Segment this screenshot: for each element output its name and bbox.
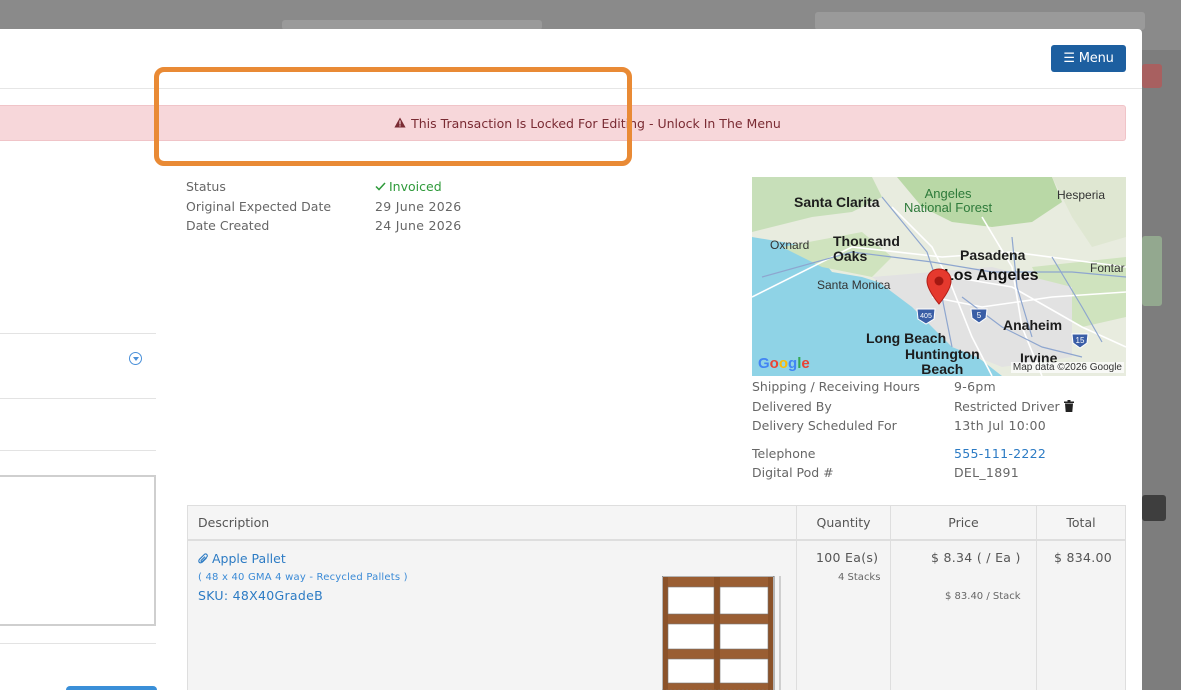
total-header: Total <box>1066 515 1096 530</box>
column-divider <box>1036 506 1037 690</box>
map-label-hesperia: Hesperia <box>1057 188 1106 202</box>
google-logo: Google <box>758 355 810 372</box>
background-badge <box>1142 64 1162 88</box>
background-toolbar-icons <box>815 12 1145 30</box>
item-subtitle: ( 48 x 40 GMA 4 way - Recycled Pallets ) <box>198 572 408 583</box>
description-header: Description <box>198 515 270 530</box>
item-name: Apple Pallet <box>212 551 286 566</box>
status-value: Invoiced <box>375 179 442 194</box>
svg-text:5: 5 <box>977 311 982 320</box>
map-label-los-angeles: Los Angeles <box>944 267 1039 284</box>
map-label-huntington-beach: Huntington Beach <box>905 346 980 377</box>
modal-header: ☰ Menu <box>0 29 1142 89</box>
svg-text:15: 15 <box>1076 336 1085 345</box>
delivery-map[interactable]: Santa Clarita Angeles National Forest Hes… <box>752 177 1126 376</box>
pallet-image <box>662 576 781 690</box>
item-total: $ 834.00 <box>1054 550 1113 565</box>
pod-label: Digital Pod # <box>752 465 834 481</box>
transaction-modal: ☰ Menu This Transaction Is Locked For Ed… <box>0 29 1142 690</box>
driver-name: Restricted Driver <box>954 398 1060 414</box>
item-sku[interactable]: SKU: 48X40GradeB <box>198 588 323 603</box>
pod-row: Digital Pod # DEL_1891 <box>752 463 1074 483</box>
warning-triangle-icon <box>394 116 406 131</box>
status-text: Invoiced <box>389 179 442 195</box>
menu-button[interactable]: ☰ Menu <box>1051 45 1126 72</box>
scheduled-row: Delivery Scheduled For 13th Jul 10:00 <box>752 416 1074 436</box>
item-name-link[interactable]: Apple Pallet <box>198 551 286 566</box>
line-items-table: Description Quantity Price Total Apple P… <box>187 505 1126 690</box>
transaction-details: Status Invoiced Original Expected Date 2… <box>186 177 462 236</box>
delivered-by-row: Delivered By Restricted Driver <box>752 397 1074 417</box>
map-label-thousand-oaks: Thousand Oaks <box>833 233 900 264</box>
status-row: Status Invoiced <box>186 177 462 197</box>
date-created-label: Date Created <box>186 218 270 234</box>
map-label-pasadena: Pasadena <box>960 247 1026 263</box>
hours-row: Shipping / Receiving Hours 9-6pm <box>752 377 1074 397</box>
map-attribution: Map data ©2026 Google <box>1010 362 1124 373</box>
highway-15-shield: 15 <box>1071 333 1089 349</box>
expand-caret-icon[interactable] <box>129 352 142 365</box>
map-label-oxnard: Oxnard <box>770 238 810 252</box>
date-created-value: 24 June 2026 <box>375 218 462 234</box>
menu-button-label: Menu <box>1078 51 1114 66</box>
trash-icon[interactable] <box>1063 400 1074 413</box>
highway-405-shield: 405 <box>916 308 936 325</box>
pod-value: DEL_1891 <box>954 465 1019 481</box>
expected-date-label: Original Expected Date <box>186 198 332 214</box>
hours-label: Shipping / Receiving Hours <box>752 379 920 395</box>
svg-text:405: 405 <box>920 313 932 320</box>
telephone-label: Telephone <box>752 445 816 461</box>
price-header: Price <box>948 515 979 530</box>
map-label-anaheim: Anaheim <box>1003 317 1063 333</box>
item-quantity: 100 Ea(s) <box>816 550 879 565</box>
status-label: Status <box>186 179 226 195</box>
background-button <box>1142 495 1166 521</box>
telephone-row: Telephone 555-111-2222 <box>752 444 1074 464</box>
notes-textarea[interactable] <box>0 475 156 626</box>
left-divider <box>0 333 156 334</box>
column-divider <box>796 506 797 690</box>
scheduled-label: Delivery Scheduled For <box>752 418 897 434</box>
hamburger-icon: ☰ <box>1063 51 1075 66</box>
map-label-fontana: Fontar <box>1090 261 1125 275</box>
telephone-link[interactable]: 555-111-2222 <box>954 446 1046 461</box>
highway-5-shield: 5 <box>970 308 988 324</box>
delivered-by-label: Delivered By <box>752 398 832 414</box>
map-label-angeles-forest: Angeles National Forest <box>904 186 993 215</box>
left-divider <box>0 643 156 644</box>
delivery-info: Shipping / Receiving Hours 9-6pm Deliver… <box>752 377 1074 483</box>
locked-transaction-banner: This Transaction Is Locked For Editing -… <box>0 105 1126 141</box>
location-pin-icon <box>926 268 952 305</box>
map-label-santa-monica: Santa Monica <box>817 278 891 292</box>
item-price: $ 8.34 ( / Ea ) <box>931 550 1021 565</box>
date-created-row: Date Created 24 June 2026 <box>186 216 462 236</box>
map-label-long-beach: Long Beach <box>866 330 947 346</box>
left-action-button[interactable] <box>66 686 157 690</box>
expected-date-value: 29 June 2026 <box>375 198 462 214</box>
column-divider <box>890 506 891 690</box>
locked-banner-text: This Transaction Is Locked For Editing -… <box>411 115 781 131</box>
left-divider <box>0 450 156 451</box>
map-label-santa-clarita: Santa Clarita <box>794 194 880 210</box>
expected-date-row: Original Expected Date 29 June 2026 <box>186 197 462 217</box>
background-panel <box>1142 236 1162 306</box>
item-price-per-stack: $ 83.40 / Stack <box>945 591 1021 602</box>
left-divider <box>0 398 156 399</box>
check-icon <box>375 182 386 191</box>
quantity-header: Quantity <box>816 515 871 530</box>
item-stacks: 4 Stacks <box>838 572 881 583</box>
hours-value: 9-6pm <box>954 379 997 395</box>
paperclip-icon <box>198 552 208 563</box>
table-header: Description Quantity Price Total <box>188 506 1125 541</box>
delivered-by-value: Restricted Driver <box>954 399 1074 414</box>
scheduled-value: 13th Jul 10:00 <box>954 418 1046 434</box>
